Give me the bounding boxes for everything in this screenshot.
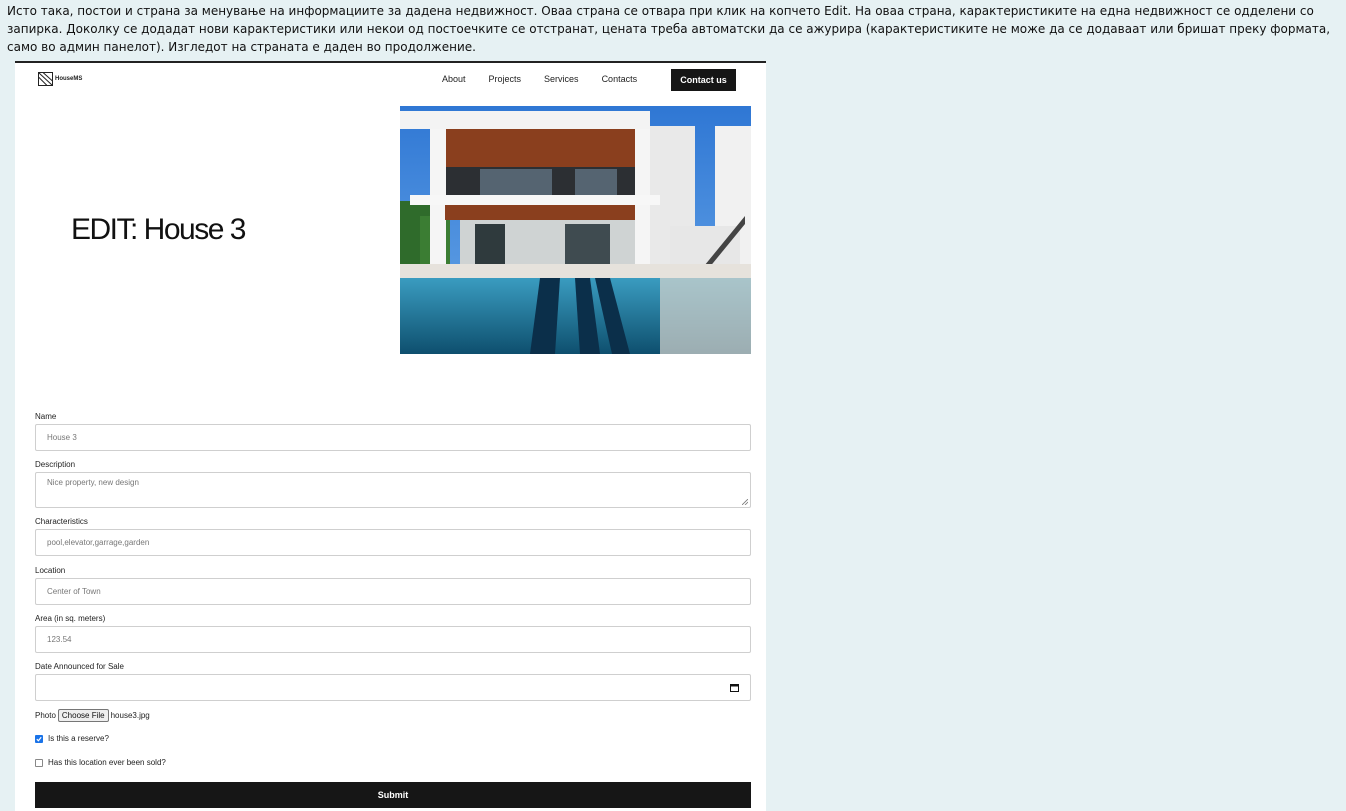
reserve-label: Is this a reserve? (48, 734, 109, 743)
calendar-icon[interactable] (730, 683, 739, 692)
sold-row: Has this location ever been sold? (35, 758, 166, 767)
logo[interactable]: HouseMS (38, 72, 82, 86)
nav-links: About Projects Services Contacts (442, 74, 660, 84)
choose-file-button[interactable]: Choose File (57, 709, 109, 722)
name-label: Name (35, 412, 57, 421)
app-screenshot: HouseMS About Projects Services Contacts… (15, 61, 766, 811)
nav-link-services[interactable]: Services (544, 74, 579, 84)
description-textarea[interactable]: Nice property, new design (35, 472, 751, 508)
contact-us-button[interactable]: Contact us (671, 69, 736, 91)
photo-label: Photo (35, 711, 56, 720)
photo-filename: house3.jpg (110, 711, 150, 720)
logo-text: HouseMS (55, 76, 83, 82)
reserve-row: Is this a reserve? (35, 734, 109, 743)
resize-grip-icon[interactable] (742, 499, 748, 505)
submit-button[interactable]: Submit (35, 782, 751, 808)
nav-link-contacts[interactable]: Contacts (602, 74, 638, 84)
page-title: EDIT: House 3 (71, 213, 246, 246)
sold-label: Has this location ever been sold? (48, 758, 166, 767)
sold-checkbox[interactable] (35, 758, 43, 767)
photo-row: Photo Choose File house3.jpg (35, 709, 150, 722)
area-input[interactable]: 123.54 (35, 626, 751, 653)
description-value: Nice property, new design (47, 478, 139, 487)
intro-paragraph: Исто така, постои и страна за менување н… (7, 4, 1331, 54)
date-label: Date Announced for Sale (35, 662, 124, 671)
characteristics-input[interactable]: pool,elevator,garrage,garden (35, 529, 751, 556)
house-photo (400, 106, 751, 354)
location-input[interactable]: Center of Town (35, 578, 751, 605)
reserve-checkbox[interactable] (35, 734, 43, 743)
date-input[interactable] (35, 674, 751, 701)
logo-icon (38, 72, 53, 86)
nav-link-projects[interactable]: Projects (489, 74, 522, 84)
characteristics-label: Characteristics (35, 517, 88, 526)
location-label: Location (35, 566, 66, 575)
name-input[interactable]: House 3 (35, 424, 751, 451)
nav-link-about[interactable]: About (442, 74, 466, 84)
top-navbar: HouseMS About Projects Services Contacts… (15, 63, 766, 97)
check-icon (36, 736, 42, 742)
description-label: Description (35, 460, 76, 469)
area-label: Area (in sq. meters) (35, 614, 106, 623)
